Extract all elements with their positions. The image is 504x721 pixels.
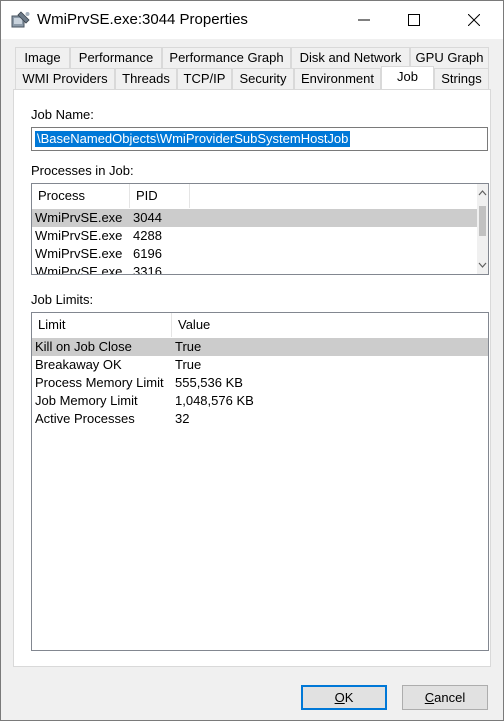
column-header-pid[interactable]: PID	[130, 184, 190, 208]
tab-performance-graph[interactable]: Performance Graph	[162, 47, 291, 68]
tab-gpu-graph[interactable]: GPU Graph	[410, 47, 489, 68]
title-bar[interactable]: WmiPrvSE.exe:3044 Properties	[1, 1, 503, 39]
process-name: WmiPrvSE.exe	[35, 246, 123, 261]
tab-security[interactable]: Security	[232, 68, 294, 89]
process-row[interactable]: WmiPrvSE.exe 6196	[32, 245, 477, 263]
limit-row[interactable]: Job Memory Limit 1,048,576 KB	[32, 392, 488, 410]
process-row[interactable]: WmiPrvSE.exe 3044	[32, 209, 477, 227]
tab-disk-and-network[interactable]: Disk and Network	[291, 47, 410, 68]
process-pid: 4288	[133, 228, 162, 243]
limit-name: Kill on Job Close	[35, 339, 132, 354]
ok-mnemonic: O	[334, 690, 345, 705]
tab-threads[interactable]: Threads	[115, 68, 177, 89]
ok-label-rest: K	[344, 690, 354, 705]
minimize-icon	[358, 19, 370, 21]
limit-value: 32	[175, 411, 190, 426]
processes-in-job-label: Processes in Job:	[31, 163, 134, 178]
processes-list-scrollbar[interactable]	[477, 184, 488, 274]
tab-image[interactable]: Image	[15, 47, 70, 68]
job-name-field[interactable]: \BaseNamedObjects\WmiProviderSubSystemHo…	[31, 127, 488, 151]
properties-window: WmiPrvSE.exe:3044 Properties Image Perfo…	[0, 0, 504, 721]
scroll-down-arrow-icon[interactable]	[477, 260, 488, 270]
close-button[interactable]	[451, 1, 497, 39]
job-limits-list[interactable]: Limit Value Kill on Job Close True Break…	[31, 312, 489, 651]
cancel-button[interactable]: Cancel	[402, 685, 488, 710]
limit-row[interactable]: Active Processes 32	[32, 410, 488, 428]
limit-value: True	[175, 339, 202, 354]
tab-performance[interactable]: Performance	[70, 47, 162, 68]
limit-row[interactable]: Breakaway OK True	[32, 356, 488, 374]
cancel-label-rest: ancel	[434, 690, 466, 705]
minimize-button[interactable]	[341, 1, 387, 39]
tab-strings[interactable]: Strings	[434, 68, 489, 89]
maximize-button[interactable]	[391, 1, 437, 39]
scroll-up-arrow-icon[interactable]	[477, 188, 488, 198]
wmi-process-icon	[11, 11, 31, 29]
maximize-icon	[408, 14, 420, 26]
cancel-mnemonic: C	[424, 690, 435, 705]
tab-tcp-ip[interactable]: TCP/IP	[177, 68, 232, 89]
job-limits-label: Job Limits:	[31, 292, 94, 307]
limit-name: Process Memory Limit	[35, 375, 164, 390]
process-pid: 3316	[133, 264, 162, 274]
process-name: WmiPrvSE.exe	[35, 228, 123, 243]
scrollbar-thumb[interactable]	[479, 206, 486, 236]
tab-job[interactable]: Job	[381, 66, 434, 89]
limit-value: 1,048,576 KB	[175, 393, 254, 408]
job-name-value: \BaseNamedObjects\WmiProviderSubSystemHo…	[35, 131, 351, 147]
job-tab-panel: Job Name: \BaseNamedObjects\WmiProviderS…	[13, 89, 491, 667]
job-name-label: Job Name:	[31, 107, 94, 122]
job-limits-list-header: Limit Value	[32, 313, 488, 337]
process-row[interactable]: WmiPrvSE.exe 4288	[32, 227, 477, 245]
column-header-limit[interactable]: Limit	[32, 313, 172, 337]
tab-environment[interactable]: Environment	[294, 68, 381, 89]
limit-name: Job Memory Limit	[35, 393, 138, 408]
process-name: WmiPrvSE.exe	[35, 264, 123, 274]
process-row[interactable]: WmiPrvSE.exe 3316	[32, 263, 477, 274]
window-title: WmiPrvSE.exe:3044 Properties	[37, 11, 248, 28]
limit-row[interactable]: Kill on Job Close True	[32, 338, 488, 356]
tab-wmi-providers[interactable]: WMI Providers	[15, 68, 115, 89]
processes-list-header: Process PID	[32, 184, 488, 208]
limit-value: True	[175, 357, 202, 372]
process-pid: 3044	[133, 210, 162, 225]
limit-row[interactable]: Process Memory Limit 555,536 KB	[32, 374, 488, 392]
process-pid: 6196	[133, 246, 162, 261]
close-icon	[468, 14, 480, 26]
column-header-value[interactable]: Value	[172, 313, 488, 337]
process-name: WmiPrvSE.exe	[35, 210, 123, 225]
limit-name: Active Processes	[35, 411, 135, 426]
processes-list[interactable]: Process PID WmiPrvSE.exe 3044 WmiPrvSE.e…	[31, 183, 489, 275]
limit-value: 555,536 KB	[175, 375, 243, 390]
column-header-process[interactable]: Process	[32, 184, 130, 208]
limit-name: Breakaway OK	[35, 357, 122, 372]
ok-button[interactable]: OK	[301, 685, 387, 710]
